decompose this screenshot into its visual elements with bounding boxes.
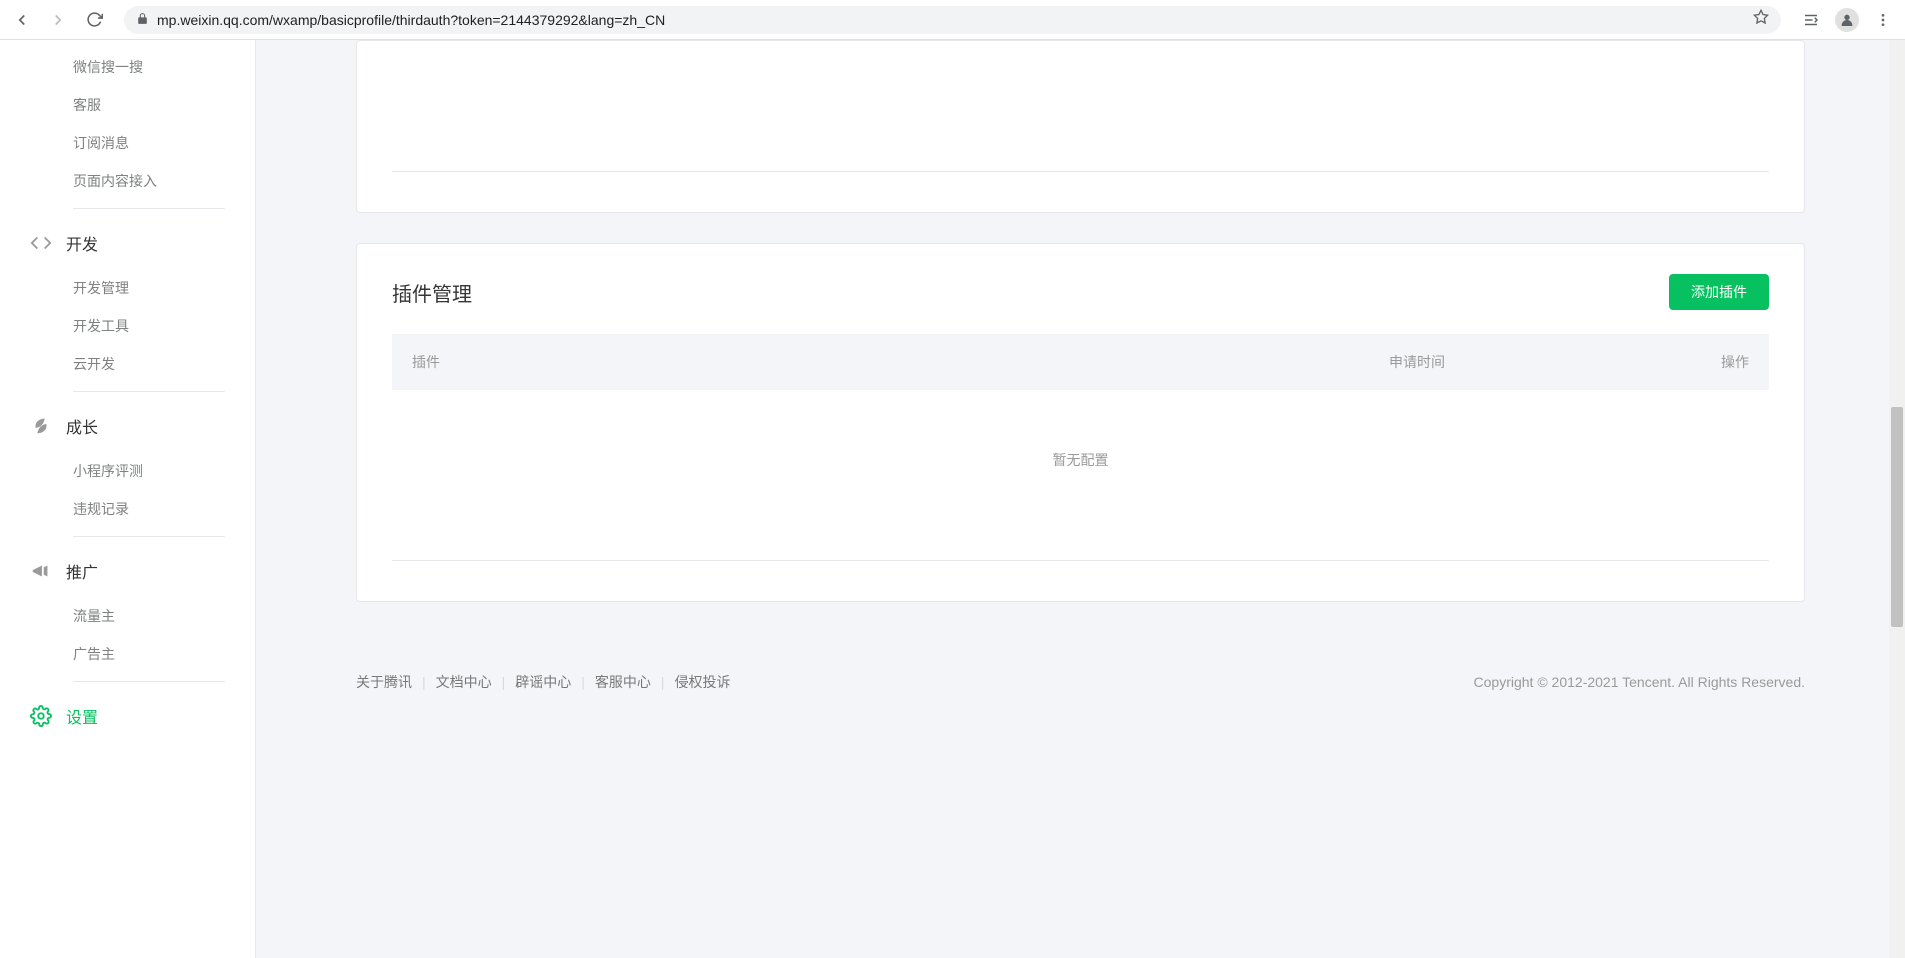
divider — [73, 681, 225, 682]
footer-link-rumor[interactable]: 辟谣中心 — [515, 672, 571, 692]
sidebar-group-settings[interactable]: 设置 — [0, 690, 255, 742]
sidebar-group-label: 推广 — [66, 559, 98, 583]
sidebar-item-violation[interactable]: 违规记录 — [0, 490, 255, 528]
sidebar: 微信搜一搜 客服 订阅消息 页面内容接入 开发 开发管理 开发工具 云开发 成长… — [0, 40, 256, 958]
footer-links: 关于腾讯 | 文档中心 | 辟谣中心 | 客服中心 | 侵权投诉 — [356, 672, 731, 692]
sidebar-group-label: 开发 — [66, 231, 98, 255]
gear-icon — [30, 705, 52, 727]
footer-link-complaint[interactable]: 侵权投诉 — [675, 672, 731, 692]
sidebar-item-dev-tools[interactable]: 开发工具 — [0, 307, 255, 345]
section-title: 插件管理 — [392, 278, 472, 307]
card-top — [356, 40, 1805, 213]
sidebar-item-cloud-dev[interactable]: 云开发 — [0, 345, 255, 383]
content-area: 插件管理 添加插件 插件 申请时间 操作 暂无配置 关于腾讯 | — [256, 40, 1905, 958]
sidebar-item-subscribe-msg[interactable]: 订阅消息 — [0, 124, 255, 162]
code-icon — [30, 232, 52, 254]
sidebar-item-page-content[interactable]: 页面内容接入 — [0, 162, 255, 200]
profile-avatar[interactable] — [1833, 6, 1861, 34]
browser-toolbar: mp.weixin.qq.com/wxamp/basicprofile/thir… — [0, 0, 1905, 40]
table-header: 插件 申请时间 操作 — [392, 334, 1769, 390]
sidebar-item-mini-review[interactable]: 小程序评测 — [0, 452, 255, 490]
sidebar-group-promotion[interactable]: 推广 — [0, 545, 255, 597]
footer-link-docs[interactable]: 文档中心 — [436, 672, 492, 692]
divider — [73, 208, 225, 209]
footer-link-service[interactable]: 客服中心 — [595, 672, 651, 692]
address-bar[interactable]: mp.weixin.qq.com/wxamp/basicprofile/thir… — [124, 6, 1781, 34]
sidebar-group-growth[interactable]: 成长 — [0, 400, 255, 452]
sidebar-item-advertiser[interactable]: 广告主 — [0, 635, 255, 673]
lock-icon — [136, 12, 149, 28]
col-header-action: 操作 — [1669, 352, 1749, 372]
card-plugin-management: 插件管理 添加插件 插件 申请时间 操作 暂无配置 — [356, 243, 1805, 602]
scrollbar-thumb[interactable] — [1891, 407, 1903, 627]
sidebar-group-label: 设置 — [66, 704, 98, 728]
divider — [73, 536, 225, 537]
leaf-icon — [30, 415, 52, 437]
footer-link-about[interactable]: 关于腾讯 — [356, 672, 412, 692]
copyright-text: Copyright © 2012-2021 Tencent. All Right… — [1474, 674, 1805, 690]
col-header-time: 申请时间 — [1389, 352, 1669, 372]
col-header-plugin: 插件 — [412, 352, 1389, 372]
scrollbar[interactable] — [1889, 40, 1905, 958]
sidebar-group-label: 成长 — [66, 414, 98, 438]
sidebar-item-customer-service[interactable]: 客服 — [0, 86, 255, 124]
url-text: mp.weixin.qq.com/wxamp/basicprofile/thir… — [157, 12, 1745, 28]
sidebar-item-wechat-search[interactable]: 微信搜一搜 — [0, 48, 255, 86]
reading-list-icon[interactable] — [1797, 6, 1825, 34]
menu-icon[interactable] — [1869, 6, 1897, 34]
sidebar-group-development[interactable]: 开发 — [0, 217, 255, 269]
bookmark-icon[interactable] — [1753, 9, 1769, 30]
divider — [392, 560, 1769, 561]
plugin-table: 插件 申请时间 操作 暂无配置 — [357, 334, 1804, 530]
back-button[interactable] — [8, 6, 36, 34]
reload-button[interactable] — [80, 6, 108, 34]
footer: 关于腾讯 | 文档中心 | 辟谣中心 | 客服中心 | 侵权投诉 Copyrig… — [256, 662, 1905, 692]
sidebar-item-traffic[interactable]: 流量主 — [0, 597, 255, 635]
megaphone-icon — [30, 560, 52, 582]
table-empty-text: 暂无配置 — [392, 390, 1769, 530]
divider — [73, 391, 225, 392]
sidebar-item-dev-manage[interactable]: 开发管理 — [0, 269, 255, 307]
add-plugin-button[interactable]: 添加插件 — [1669, 274, 1769, 310]
forward-button[interactable] — [44, 6, 72, 34]
